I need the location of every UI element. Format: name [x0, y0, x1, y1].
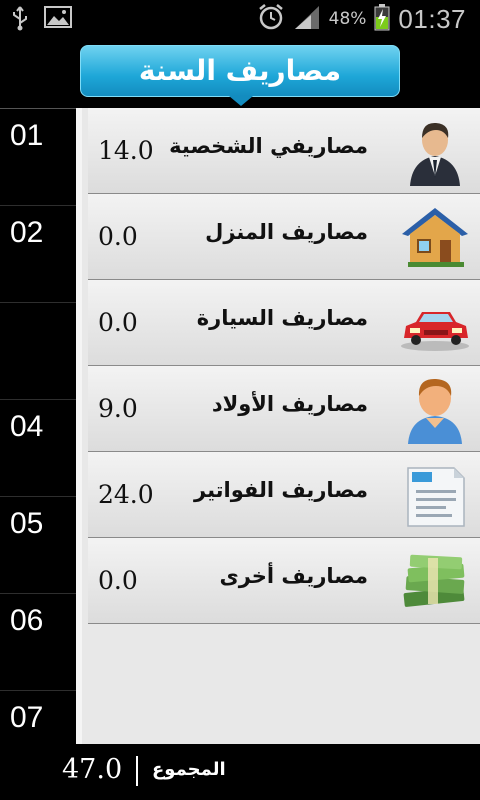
- car-icon: [398, 288, 472, 358]
- total-label: المجموع: [152, 759, 226, 780]
- month-item[interactable]: 06: [0, 594, 76, 691]
- month-item[interactable]: 01: [0, 109, 76, 206]
- expense-label: مصاريف السيارة: [196, 306, 368, 330]
- month-list: 01 02 04 05 06 07: [0, 108, 76, 788]
- total-value: 47.0: [62, 754, 123, 785]
- status-bar: 48% 01:37: [0, 0, 480, 38]
- bill-icon: [398, 460, 472, 530]
- expense-row-other[interactable]: 0.0 مصاريف أخرى: [88, 538, 480, 624]
- expense-label: مصاريف الأولاد: [211, 392, 368, 416]
- alarm-icon: [257, 3, 285, 35]
- month-item[interactable]: 05: [0, 497, 76, 594]
- expense-value: 9.0: [98, 394, 138, 423]
- expense-label: مصاريف المنزل: [205, 220, 368, 244]
- businessman-icon: [398, 116, 472, 186]
- expense-label: مصاريف أخرى: [219, 564, 368, 588]
- expense-value: 0.0: [98, 222, 138, 251]
- expense-list: 14.0 مصاريفي الشخصية 0.0 مصاريف المنزل 0…: [76, 108, 480, 744]
- usb-icon: [10, 5, 30, 35]
- expense-value: 24.0: [98, 480, 154, 509]
- expense-row-children[interactable]: 9.0 مصاريف الأولاد: [88, 366, 480, 452]
- expense-row-bills[interactable]: 24.0 مصاريف الفواتير: [88, 452, 480, 538]
- clock: 01:37: [398, 3, 466, 34]
- expense-row-house[interactable]: 0.0 مصاريف المنزل: [88, 194, 480, 280]
- expense-label: مصاريفي الشخصية: [169, 134, 368, 158]
- title-pointer: [229, 96, 253, 106]
- money-stack-icon: [398, 546, 472, 616]
- expense-row-personal[interactable]: 14.0 مصاريفي الشخصية: [88, 108, 480, 194]
- footer: 47.0 المجموع: [0, 744, 480, 800]
- expense-value: 0.0: [98, 308, 138, 337]
- expense-value: 0.0: [98, 566, 138, 595]
- expense-value: 14.0: [98, 136, 154, 165]
- header: مصاريف السنة: [0, 38, 480, 108]
- signal-icon: [293, 4, 321, 34]
- month-item[interactable]: 02: [0, 206, 76, 303]
- title-badge: مصاريف السنة: [80, 45, 400, 106]
- divider: [136, 756, 138, 786]
- month-item[interactable]: [0, 303, 76, 400]
- house-icon: [398, 202, 472, 272]
- expense-label: مصاريف الفواتير: [194, 478, 368, 502]
- child-icon: [398, 374, 472, 444]
- battery-charging-icon: [374, 3, 390, 35]
- battery-percent: 48%: [328, 9, 367, 29]
- page-title: مصاريف السنة: [138, 54, 342, 87]
- month-item[interactable]: 04: [0, 400, 76, 497]
- expense-row-car[interactable]: 0.0 مصاريف السيارة: [88, 280, 480, 366]
- image-icon: [44, 5, 72, 35]
